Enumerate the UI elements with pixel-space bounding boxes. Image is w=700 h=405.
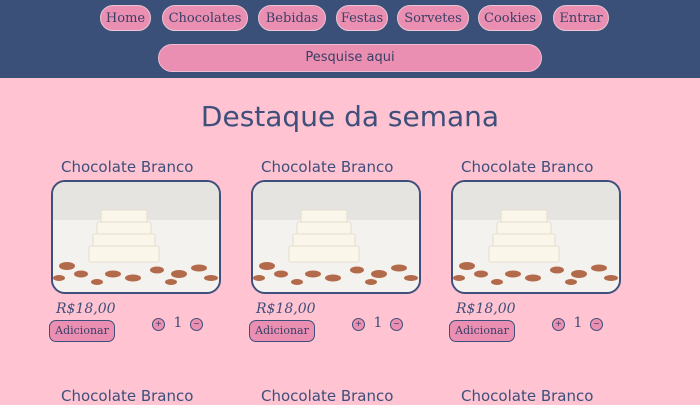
white-chocolate-almonds-image — [251, 180, 421, 294]
search-input[interactable]: Pesquise aqui — [158, 44, 542, 72]
decrement-button[interactable]: − — [190, 318, 203, 331]
product-price: R$18,00 — [456, 301, 516, 317]
add-to-cart-button[interactable]: Adicionar — [49, 320, 115, 342]
decrement-button[interactable]: − — [390, 318, 403, 331]
product-name: Chocolate Branco — [261, 158, 394, 176]
nav-bebidas-button[interactable]: Bebidas — [258, 5, 326, 31]
product-card: Chocolate Branco R$18,00 Adicionar + 1 − — [249, 158, 424, 343]
product-price: R$18,00 — [256, 301, 316, 317]
white-chocolate-almonds-image — [451, 180, 621, 294]
product-name: Chocolate Branco — [261, 387, 394, 405]
product-card: Chocolate Branco R$18,00 Adicionar + 1 − — [49, 158, 224, 343]
product-name: Chocolate Branco — [61, 158, 194, 176]
product-name: Chocolate Branco — [61, 387, 194, 405]
nav-entrar-button[interactable]: Entrar — [553, 5, 609, 31]
add-to-cart-button[interactable]: Adicionar — [249, 320, 315, 342]
nav-home-button[interactable]: Home — [100, 5, 151, 31]
nav-festas-button[interactable]: Festas — [336, 5, 388, 31]
quantity-value: 1 — [373, 315, 383, 331]
nav-sorvetes-button[interactable]: Sorvetes — [397, 5, 469, 31]
product-name: Chocolate Branco — [461, 158, 594, 176]
white-chocolate-almonds-image — [51, 180, 221, 294]
increment-button[interactable]: + — [152, 318, 165, 331]
add-to-cart-button[interactable]: Adicionar — [449, 320, 515, 342]
header: Home Chocolates Bebidas Festas Sorvetes … — [0, 0, 700, 78]
product-name: Chocolate Branco — [461, 387, 594, 405]
quantity-value: 1 — [173, 315, 183, 331]
product-card: Chocolate Branco R$18,00 Adicionar + 1 − — [449, 158, 624, 343]
increment-button[interactable]: + — [352, 318, 365, 331]
quantity-value: 1 — [573, 315, 583, 331]
decrement-button[interactable]: − — [590, 318, 603, 331]
nav-cookies-button[interactable]: Cookies — [478, 5, 542, 31]
top-nav: Home Chocolates Bebidas Festas Sorvetes … — [0, 5, 700, 33]
increment-button[interactable]: + — [552, 318, 565, 331]
nav-chocolates-button[interactable]: Chocolates — [162, 5, 248, 31]
product-price: R$18,00 — [56, 301, 116, 317]
page-title: Destaque da semana — [200, 100, 500, 133]
